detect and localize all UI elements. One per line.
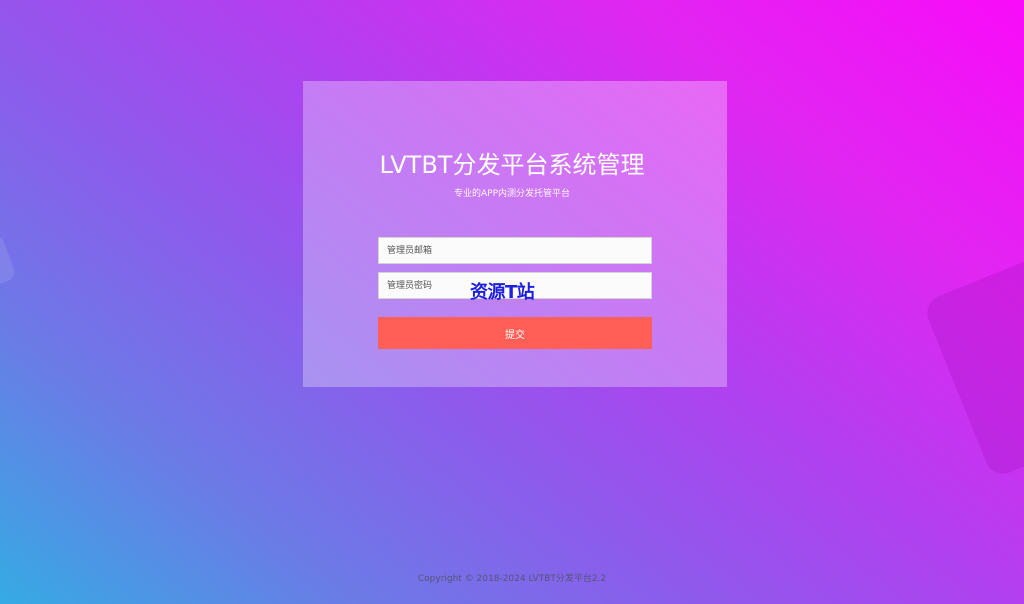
background-decoration-left [0,232,18,292]
login-page: LVTBT分发平台系统管理 专业的APP内测分发托管平台 资源T站 提交 Cop… [0,0,1024,604]
admin-email-input[interactable] [378,237,652,264]
watermark-text: 资源T站 [470,282,535,303]
page-title: LVTBT分发平台系统管理 [379,151,645,179]
submit-button[interactable]: 提交 [378,317,652,349]
page-subtitle: 专业的APP内测分发托管平台 [453,189,570,199]
background-decoration-right [921,246,1024,480]
footer-copyright: Copyright © 2018-2024 LVTBT分发平台2.2 [417,574,607,584]
